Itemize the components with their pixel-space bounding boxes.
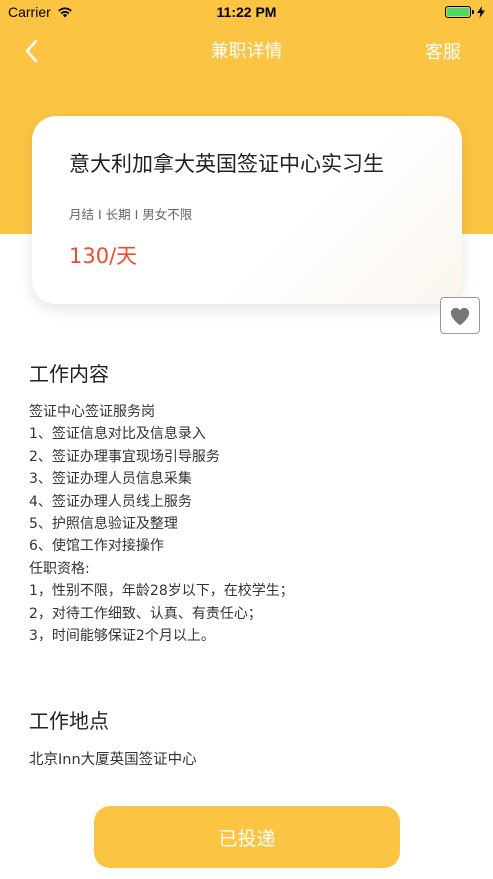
work-content-line: 5、护照信息验证及整理 — [29, 516, 178, 533]
work-content-line: 1，性别不限，年龄28岁以下，在校学生； — [29, 583, 294, 600]
work-location-address: 北京Inn大厦英国签证中心 — [29, 752, 197, 768]
work-location-title: 工作地点 — [29, 709, 109, 733]
carrier-label: Carrier — [8, 4, 51, 20]
customer-service-button[interactable]: 客服 — [425, 38, 461, 64]
job-salary: 130/天 — [69, 244, 138, 268]
wifi-icon — [57, 7, 72, 18]
status-right — [445, 6, 485, 18]
work-content-title: 工作内容 — [29, 362, 109, 386]
nav-bar: 兼职详情 客服 — [0, 24, 493, 76]
work-content-line: 2、签证办理事宜现场引导服务 — [29, 448, 220, 465]
work-content-line: 任职资格: — [29, 560, 90, 577]
work-content-line: 6、使馆工作对接操作 — [29, 538, 164, 555]
page-title: 兼职详情 — [210, 41, 283, 62]
status-left: Carrier — [8, 4, 73, 20]
status-bar: Carrier 11:22 PM — [0, 0, 493, 24]
job-tags: 月结 I 长期 I 男女不限 — [69, 207, 193, 222]
work-content-line: 1、签证信息对比及信息录入 — [29, 426, 206, 443]
applied-button[interactable]: 已投递 — [94, 806, 400, 868]
job-title: 意大利加拿大英国签证中心实习生 — [69, 152, 384, 176]
work-content-body: 签证中心签证服务岗 1、签证信息对比及信息录入 2、签证办理事宜现场引导服务 3、签证… — [29, 401, 294, 647]
heart-icon — [450, 307, 470, 325]
work-content-line: 2，对待工作细致、认真、有责任心； — [29, 605, 262, 622]
charging-icon — [477, 6, 485, 18]
battery-fill — [447, 8, 469, 16]
favorite-button[interactable] — [440, 297, 480, 334]
job-card: 意大利加拿大英国签证中心实习生 月结 I 长期 I 男女不限 130/天 — [32, 116, 462, 304]
battery-icon — [445, 6, 474, 18]
work-content-line: 签证中心签证服务岗 — [29, 404, 155, 420]
work-content-line: 4、签证办理人员线上服务 — [29, 493, 192, 510]
work-content-line: 3、签证办理人员信息采集 — [29, 471, 192, 488]
chevron-left-icon — [25, 39, 38, 63]
work-content-line: 3，时间能够保证2个月以上。 — [29, 628, 215, 645]
status-time: 11:22 PM — [216, 4, 277, 20]
back-button[interactable] — [18, 36, 48, 66]
